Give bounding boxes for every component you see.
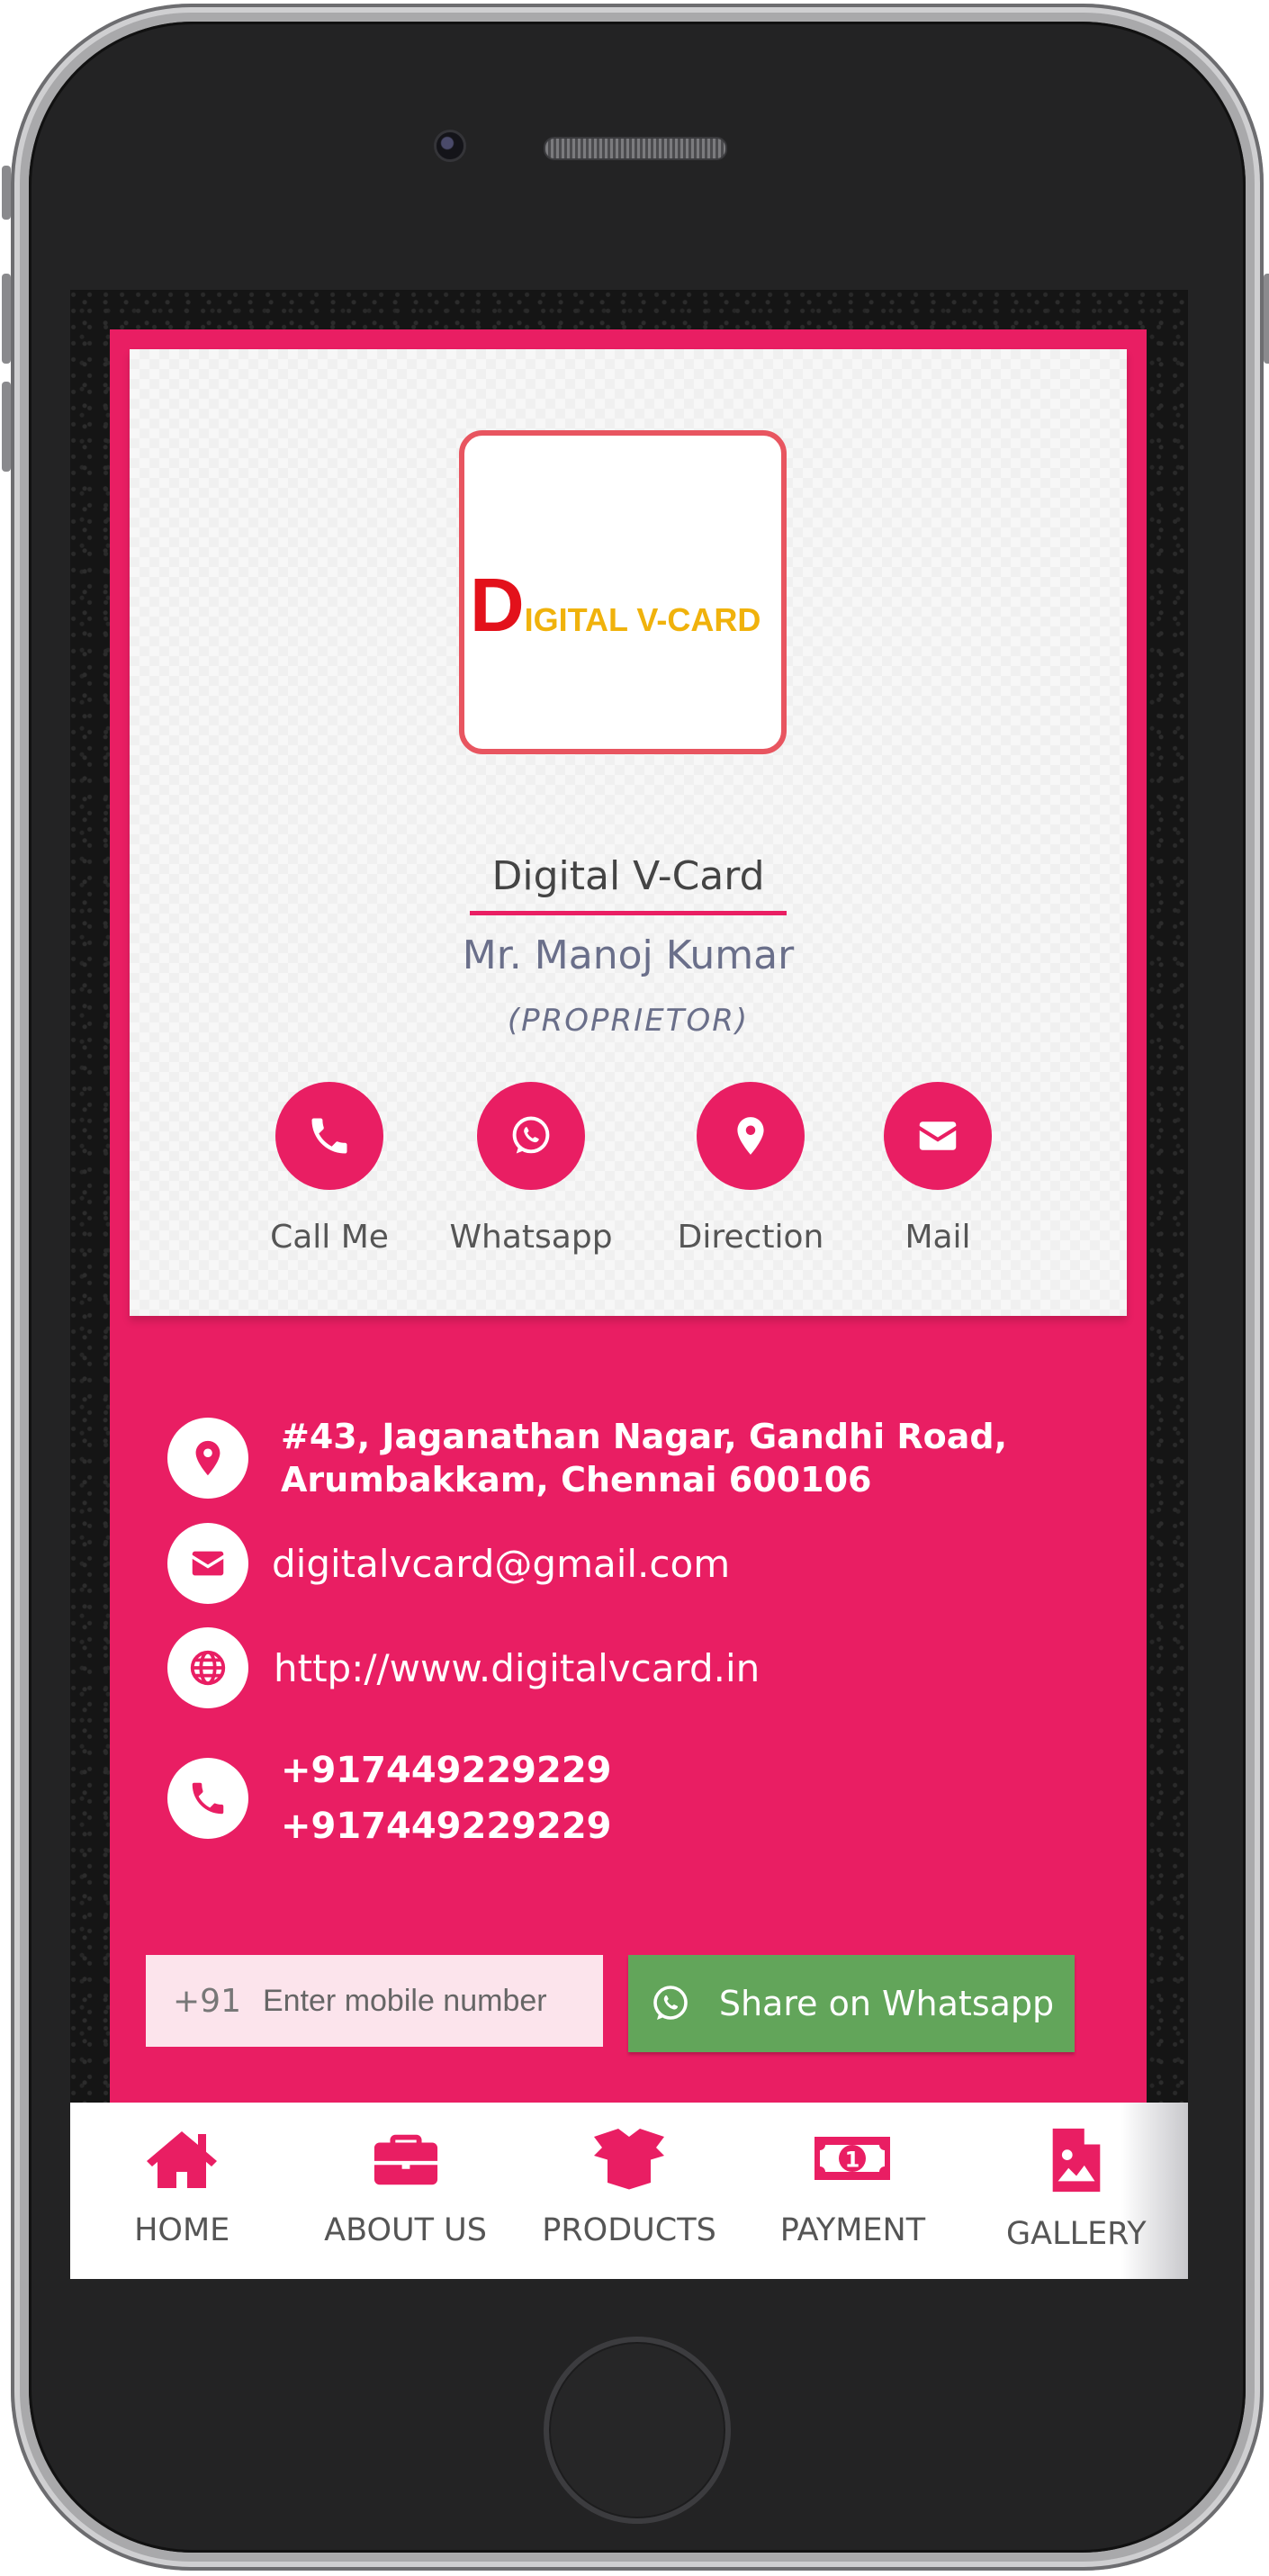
designation: (PROPRIETOR): [507, 1003, 750, 1039]
briefcase-icon: [374, 2134, 437, 2185]
website-row[interactable]: http://www.digitalvcard.in: [167, 1627, 760, 1708]
nav-products-label: PRODUCTS: [542, 2212, 716, 2248]
phone-icon-circle: [167, 1758, 248, 1839]
image-file-icon: [1052, 2128, 1101, 2193]
whatsapp-icon: [653, 1986, 688, 2020]
phone-icon: [192, 1782, 224, 1815]
website-link[interactable]: http://www.digitalvcard.in: [274, 1646, 760, 1690]
company-logo: DIGITAL V-CARD: [459, 430, 787, 754]
map-pin-icon: [195, 1440, 220, 1476]
bottom-navigation: HOME ABOUT US PRODUCTS 1 PAYMENT GALLERY: [70, 2103, 1188, 2279]
direction-label: Direction: [677, 1219, 824, 1256]
address-line-1: #43, Jaganathan Nagar, Gandhi Road,: [281, 1417, 1007, 1456]
open-box-icon: [594, 2129, 665, 2190]
phone-volume-down: [2, 382, 11, 472]
svg-text:1: 1: [845, 2148, 860, 2173]
mail-label: Mail: [904, 1219, 971, 1256]
whatsapp-label: Whatsapp: [449, 1219, 613, 1256]
earpiece-speaker: [544, 137, 727, 160]
phone-number-2[interactable]: +917449229229: [281, 1798, 612, 1854]
nav-about-us[interactable]: ABOUT US: [293, 2103, 517, 2279]
address-icon-circle: [167, 1418, 248, 1499]
envelope-icon: [192, 1551, 224, 1576]
phone-icon: [311, 1118, 347, 1154]
direction-circle[interactable]: [697, 1082, 805, 1190]
website-icon-circle: [167, 1627, 248, 1708]
phone-volume-up: [2, 274, 11, 364]
direction-button[interactable]: Direction: [652, 1082, 850, 1256]
address-line-2: Arumbakkam, Chennai 600106: [281, 1460, 872, 1500]
call-me-label: Call Me: [270, 1219, 389, 1256]
money-icon: 1: [814, 2137, 891, 2180]
phone-power-button: [1264, 274, 1269, 364]
phone-row: +917449229229 +917449229229: [167, 1743, 612, 1854]
email-icon-circle: [167, 1523, 248, 1604]
address-row: #43, Jaganathan Nagar, Gandhi Road, Arum…: [167, 1415, 1007, 1501]
phone-screen: DIGITAL V-CARD Digital V-Card Mr. Manoj …: [70, 290, 1188, 2279]
logo-rest-text: IGITAL V-CARD: [524, 601, 761, 638]
mobile-number-field[interactable]: +91: [146, 1955, 603, 2047]
nav-about-us-label: ABOUT US: [324, 2212, 488, 2248]
country-code: +91: [173, 1982, 241, 2020]
home-button[interactable]: [544, 2337, 731, 2524]
envelope-icon: [919, 1121, 957, 1150]
share-on-whatsapp-button[interactable]: Share on Whatsapp: [628, 1955, 1075, 2052]
front-camera: [434, 130, 466, 162]
profile-panel: DIGITAL V-CARD Digital V-Card Mr. Manoj …: [130, 349, 1127, 1316]
person-name: Mr. Manoj Kumar: [462, 932, 795, 978]
company-name-underline: [470, 911, 787, 915]
phone-number-1[interactable]: +917449229229: [281, 1743, 612, 1798]
mail-button[interactable]: Mail: [839, 1082, 1037, 1256]
logo-initial: D: [470, 563, 525, 647]
phone-side-button: [2, 166, 11, 220]
address-text: #43, Jaganathan Nagar, Gandhi Road, Arum…: [281, 1415, 1007, 1501]
whatsapp-circle[interactable]: [477, 1082, 585, 1190]
logo-wordmark: DIGITAL V-CARD: [470, 562, 776, 649]
share-button-label: Share on Whatsapp: [718, 1984, 1055, 2023]
call-circle[interactable]: [275, 1082, 383, 1190]
nav-products[interactable]: PRODUCTS: [518, 2103, 741, 2279]
home-icon: [147, 2131, 218, 2188]
nav-gallery[interactable]: GALLERY: [965, 2103, 1188, 2279]
nav-gallery-label: GALLERY: [1006, 2216, 1147, 2252]
whatsapp-icon: [512, 1116, 550, 1154]
call-me-button[interactable]: Call Me: [230, 1082, 428, 1256]
mail-circle[interactable]: [884, 1082, 992, 1190]
nav-home-label: HOME: [134, 2212, 230, 2248]
mobile-number-input[interactable]: [262, 1983, 569, 2019]
phone-numbers: +917449229229 +917449229229: [281, 1743, 612, 1854]
nav-payment[interactable]: 1 PAYMENT: [741, 2103, 964, 2279]
map-pin-icon: [737, 1117, 764, 1155]
nav-payment-label: PAYMENT: [779, 2212, 926, 2248]
nav-home[interactable]: HOME: [70, 2103, 293, 2279]
email-row[interactable]: digitalvcard@gmail.com: [167, 1523, 730, 1604]
email-link[interactable]: digitalvcard@gmail.com: [272, 1542, 730, 1586]
vcard: DIGITAL V-CARD Digital V-Card Mr. Manoj …: [110, 329, 1147, 2279]
globe-icon: [190, 1650, 226, 1686]
whatsapp-button[interactable]: Whatsapp: [432, 1082, 630, 1256]
company-name: Digital V-Card: [491, 853, 765, 899]
